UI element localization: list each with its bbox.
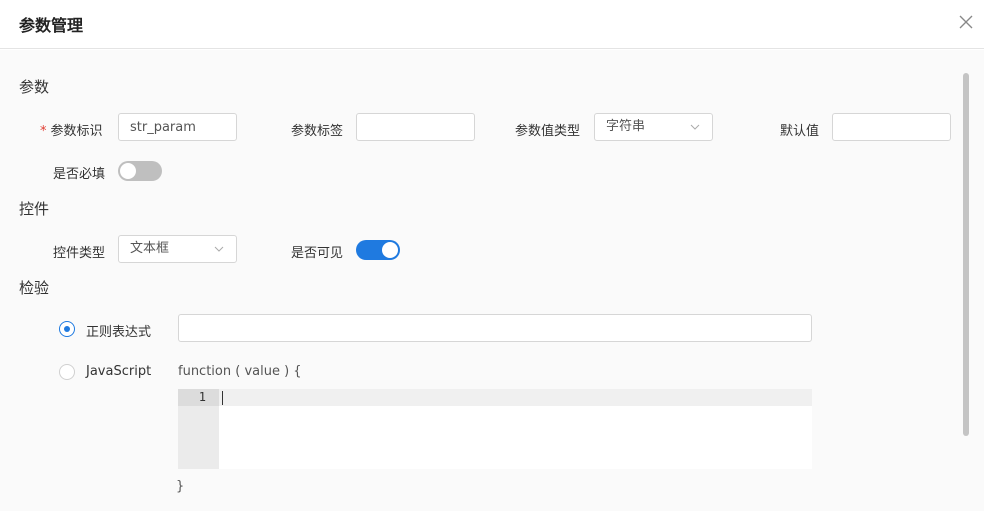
dialog-body: 参数 *参数标识 参数标签 参数值类型 字符串 默认值 是否必填 控件 控件类型… [0,50,984,511]
param-label-input[interactable] [356,113,475,141]
editor-line-number: 1 [198,390,206,404]
editor-active-line [219,389,812,406]
dialog-title: 参数管理 [19,16,84,35]
param-key-input[interactable] [118,113,237,141]
toggle-knob [382,242,398,258]
chevron-down-icon [214,246,224,252]
function-footer: } [176,479,185,494]
required-toggle[interactable] [118,161,162,181]
visible-toggle[interactable] [356,240,400,260]
param-key-label: * 参数标识 [40,124,103,139]
section-title-params: 参数 [19,78,50,96]
vertical-scrollbar[interactable] [963,73,969,436]
value-type-label: 参数值类型 [515,124,581,139]
required-mark: * [40,124,47,139]
param-label-label: 参数标签 [291,124,344,139]
control-type-select[interactable]: 文本框 [118,235,237,263]
section-title-validation: 检验 [19,279,50,297]
editor-cursor [222,391,223,405]
javascript-radio-label[interactable]: JavaScript [86,364,151,379]
code-editor[interactable]: 1 [178,389,812,469]
section-title-control: 控件 [19,200,50,218]
chevron-down-icon [690,124,700,130]
control-type-selected: 文本框 [130,241,170,256]
function-header: function ( value ) { [178,364,302,379]
visible-toggle-label: 是否可见 [291,246,344,261]
dialog-header: 参数管理 [0,0,984,49]
regex-radio-label[interactable]: 正则表达式 [86,321,151,340]
toggle-knob [120,163,136,179]
value-type-select[interactable]: 字符串 [594,113,713,141]
close-icon[interactable] [958,11,974,33]
regex-input[interactable] [178,314,812,342]
default-value-input[interactable] [832,113,951,141]
default-value-label: 默认值 [780,124,820,139]
regex-radio[interactable] [59,321,75,337]
javascript-radio[interactable] [59,364,75,380]
required-toggle-label: 是否必填 [53,167,106,182]
value-type-selected: 字符串 [606,119,646,134]
control-type-label: 控件类型 [53,246,106,261]
